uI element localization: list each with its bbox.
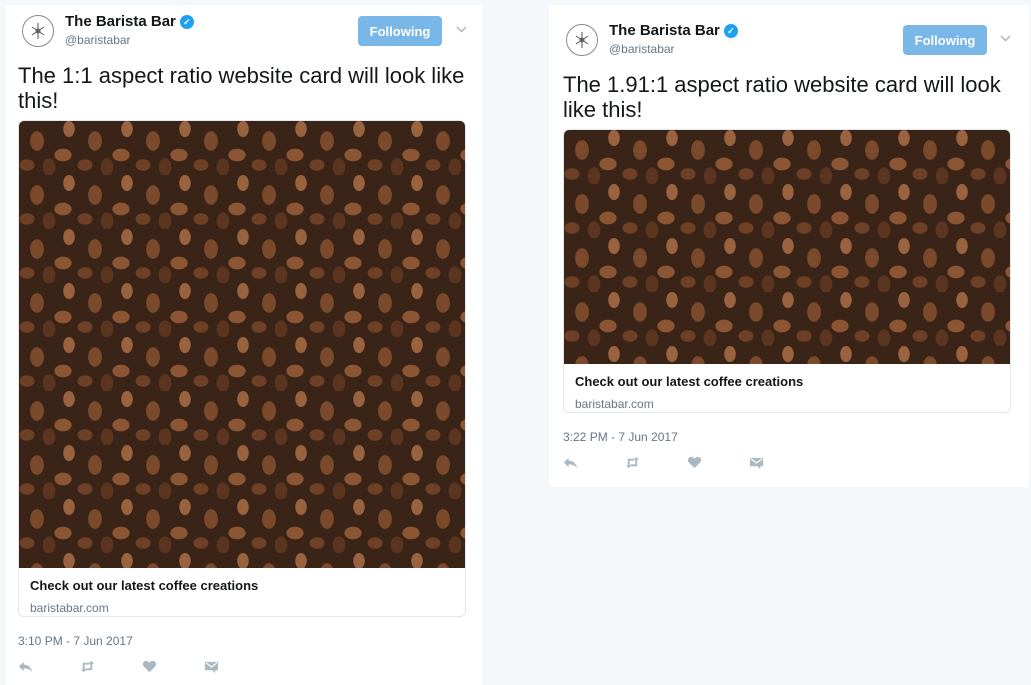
reply-icon	[563, 457, 578, 468]
card-title[interactable]: Check out our latest coffee creations	[575, 374, 999, 389]
like-button[interactable]	[142, 657, 204, 675]
barista-bar-logo-icon	[575, 32, 589, 48]
card-domain[interactable]: baristabar.com	[575, 397, 999, 411]
retweet-button[interactable]	[625, 453, 687, 471]
avatar[interactable]	[22, 15, 54, 47]
retweet-icon	[625, 456, 640, 468]
following-button[interactable]: Following	[358, 16, 442, 46]
account-name[interactable]: The Barista Bar ✓	[609, 22, 738, 39]
direct-message-button[interactable]	[204, 657, 266, 675]
account-name-text[interactable]: The Barista Bar	[65, 13, 176, 30]
heart-icon	[142, 660, 157, 672]
card-title[interactable]: Check out our latest coffee creations	[30, 578, 454, 593]
chevron-down-icon[interactable]	[1000, 33, 1011, 45]
heart-icon	[687, 456, 702, 468]
direct-message-button[interactable]	[749, 453, 811, 471]
card-image[interactable]	[19, 121, 465, 568]
reply-icon	[18, 661, 33, 672]
tweet-text: The 1:1 aspect ratio website card will l…	[18, 63, 465, 113]
verified-badge-icon: ✓	[723, 23, 738, 38]
card-image[interactable]	[564, 130, 1010, 364]
website-card[interactable]: Check out our latest coffee creations ba…	[18, 120, 466, 617]
account-name-text[interactable]: The Barista Bar	[609, 22, 720, 39]
chevron-down-icon[interactable]	[456, 24, 467, 36]
barista-bar-logo-icon	[31, 23, 45, 39]
direct-message-icon	[749, 457, 764, 469]
like-button[interactable]	[687, 453, 749, 471]
verified-badge-icon: ✓	[179, 14, 194, 29]
card-domain[interactable]: baristabar.com	[30, 601, 454, 615]
avatar[interactable]	[566, 24, 598, 56]
reply-button[interactable]	[563, 453, 625, 471]
following-button[interactable]: Following	[903, 25, 987, 55]
tweet-actions	[18, 657, 266, 675]
tweet-timestamp[interactable]: 3:22 PM - 7 Jun 2017	[563, 430, 678, 444]
account-name[interactable]: The Barista Bar ✓	[65, 13, 194, 30]
retweet-button[interactable]	[80, 657, 142, 675]
account-handle[interactable]: @baristabar	[609, 42, 675, 56]
tweet-actions	[563, 453, 811, 471]
website-card[interactable]: Check out our latest coffee creations ba…	[563, 129, 1011, 413]
tweet-card-square: The Barista Bar ✓ @baristabar Following …	[6, 5, 482, 685]
retweet-icon	[80, 660, 95, 672]
tweet-text: The 1.91:1 aspect ratio website card wil…	[563, 72, 1001, 122]
account-handle[interactable]: @baristabar	[65, 33, 131, 47]
direct-message-icon	[204, 661, 219, 673]
tweet-timestamp[interactable]: 3:10 PM - 7 Jun 2017	[18, 634, 133, 648]
reply-button[interactable]	[18, 657, 80, 675]
tweet-card-wide: The Barista Bar ✓ @baristabar Following …	[549, 5, 1029, 487]
